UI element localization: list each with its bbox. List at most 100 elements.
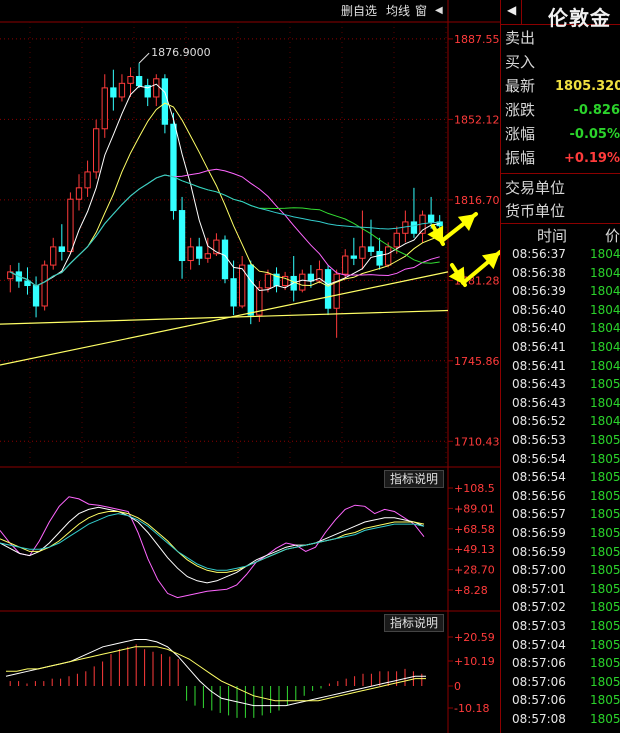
oscillator-chart (0, 496, 425, 599)
tick-time: 08:56:56 (512, 488, 566, 503)
osc-y-tick-label: +28.70 (454, 564, 495, 577)
tick-price: 1805 (590, 488, 620, 503)
tick-row: 08:57:01 1805 (500, 580, 620, 599)
candle-body (264, 273, 272, 289)
quote-label-3: 涨跌 (505, 101, 536, 119)
tick-time: 08:57:06 (512, 656, 566, 671)
trade-unit-label: 交易单位 (505, 179, 566, 197)
tick-price: 1805 (590, 656, 620, 671)
tick-time: 08:57:09 (512, 729, 566, 733)
candle-body (50, 246, 57, 266)
candle-body (247, 264, 254, 316)
tick-time: 08:56:53 (512, 433, 566, 447)
tick-row: 08:56:40 1804 (500, 301, 620, 320)
quote-label-1: 买入 (505, 53, 536, 71)
osc-y-tick-label: +49.13 (454, 543, 495, 556)
trend-line-rising (0, 271, 449, 366)
tick-list[interactable]: 08:56:37 1804 08:56:38 1804 08:56:39 1804 08:5… (500, 245, 620, 733)
y-tick-label: 1745.862 (454, 355, 500, 368)
tick-price: 1805 (590, 712, 620, 726)
candle-body (187, 246, 194, 262)
high-annotation-leader (138, 52, 150, 64)
tick-time: 08:57:08 (512, 712, 566, 726)
tick-time: 08:57:04 (512, 637, 566, 652)
candle-body (127, 76, 134, 84)
candle-body (324, 269, 332, 309)
tick-time: 08:56:39 (512, 284, 566, 299)
macd-y-tick-label: +10.19 (454, 655, 495, 668)
oscillator-line-3 (0, 513, 425, 571)
tick-price: 1805 (590, 600, 620, 615)
candle-body (153, 78, 160, 98)
candle-body (204, 253, 211, 259)
tick-price: 1805 (590, 674, 620, 689)
tick-row: 08:56:43 1804 (500, 394, 620, 413)
quote-label-4: 涨幅 (505, 125, 536, 143)
tick-row: 08:56:59 1805 (500, 524, 620, 543)
quote-label-0: 卖出 (505, 29, 536, 47)
tick-price: 1805 (590, 377, 620, 392)
y-tick-label: 1852.129 (454, 113, 500, 126)
collapse-arrow-icon[interactable]: ◀ (434, 1, 444, 21)
tick-price: 1804 (590, 395, 620, 410)
candle-body (67, 198, 74, 252)
candle-body (385, 246, 392, 266)
tick-time: 08:57:00 (512, 563, 566, 578)
osc-y-tick-label: +68.58 (454, 523, 495, 536)
indicator-info-button-1[interactable]: 指标说明 (384, 470, 445, 488)
symbol-name: 伦敦金 (548, 6, 611, 30)
tick-row: 08:57:02 1805 (500, 598, 620, 617)
candle-body (118, 82, 126, 98)
tick-row: 08:56:37 1804 (500, 245, 620, 264)
tick-price: 1804 (590, 284, 620, 299)
tick-time: 08:56:43 (512, 377, 566, 392)
quote-value-4: -0.05% (569, 127, 620, 142)
candle-body (350, 255, 357, 259)
candle-body (307, 273, 315, 282)
currency-unit-label: 货币单位 (505, 202, 566, 220)
tick-price: 1804 (590, 302, 620, 317)
tick-time: 08:56:59 (512, 544, 566, 559)
oscillator-line-0 (0, 496, 425, 599)
macd-y-tick-label: +20.59 (454, 631, 495, 644)
tick-row: 08:56:54 1805 (500, 468, 620, 487)
tick-time: 08:56:59 (512, 526, 566, 540)
candle-body (333, 273, 340, 309)
candle-body (221, 239, 229, 280)
tick-time: 08:56:41 (512, 358, 566, 373)
candle-body (178, 210, 186, 262)
high-annotation-label: 1876.9000 (151, 46, 211, 59)
candle-body (410, 221, 418, 234)
tick-time: 08:56:52 (512, 414, 566, 429)
osc-y-tick-label: +89.01 (454, 502, 495, 515)
tick-price: 1804 (590, 321, 620, 336)
tick-time: 08:57:03 (512, 619, 566, 633)
tick-price: 1804 (590, 414, 620, 429)
tick-row: 08:57:06 1805 (500, 691, 620, 710)
tick-price: 1804 (590, 358, 620, 373)
tick-time: 08:57:06 (512, 674, 566, 689)
candle-body (24, 280, 31, 287)
tick-time: 08:56:54 (512, 470, 566, 485)
tick-price: 1805 (590, 507, 620, 522)
candle-body (84, 171, 91, 189)
tick-time: 08:56:41 (512, 340, 566, 354)
window-button[interactable]: 窗 (414, 1, 429, 21)
macd-line-0 (5, 639, 426, 707)
collapse-panel-icon[interactable]: ◀ (507, 3, 516, 17)
tick-time: 08:56:40 (512, 321, 566, 336)
tick-time: 08:56:57 (512, 507, 566, 522)
indicator-info-button-2[interactable]: 指标说明 (384, 614, 445, 632)
candle-body (170, 123, 177, 212)
tick-price: 1805 (590, 433, 620, 447)
tick-price: 1805 (590, 729, 620, 733)
tick-time: 08:56:40 (512, 302, 566, 317)
ma-line-button[interactable]: 均线 (385, 1, 412, 21)
tick-time: 08:56:38 (512, 265, 566, 280)
delete-watch-button[interactable]: 删自选 (340, 1, 379, 21)
tick-time: 08:56:43 (512, 395, 566, 410)
tick-row: 08:56:59 1805 (500, 543, 620, 562)
tick-time: 08:57:02 (512, 600, 566, 615)
candle-body (367, 246, 375, 252)
candle-body (230, 278, 237, 307)
